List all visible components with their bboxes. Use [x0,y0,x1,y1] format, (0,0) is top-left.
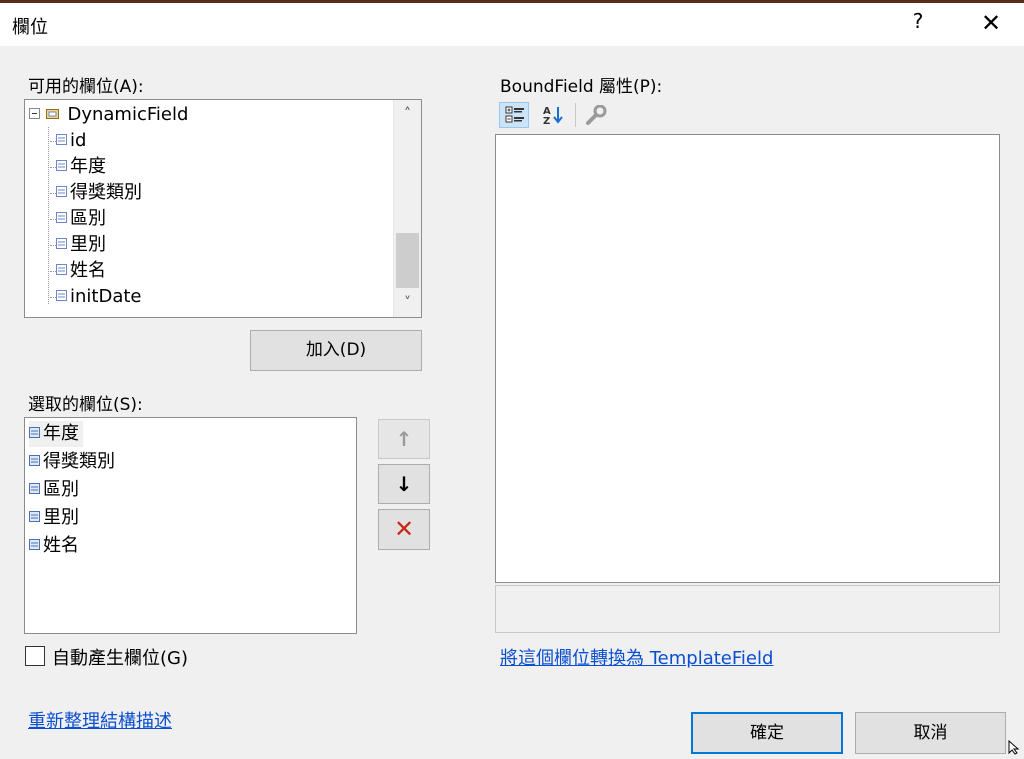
tree-item-label: 姓名 [70,260,106,281]
property-grid[interactable] [495,134,1000,583]
field-icon [56,211,67,223]
properties-label: BoundField 屬性(P): [500,77,663,97]
tree-item-district[interactable]: 區別 [50,207,106,231]
tree-item-label: initDate [70,286,142,307]
field-icon [29,538,40,550]
auto-generate-checkbox[interactable] [25,646,45,666]
selected-fields-list[interactable]: 年度 得獎類別 區別 里別 姓名 [24,417,357,634]
list-item[interactable]: 里別 [29,505,79,531]
list-item-label: 姓名 [43,535,79,556]
available-fields-label: 可用的欄位(A): [28,77,144,97]
categorized-icon [505,106,525,128]
collapse-icon[interactable] [29,107,40,119]
tree-item-label: 里別 [70,234,106,255]
add-button[interactable]: 加入(D) [250,330,422,371]
alphabetical-icon: A Z [542,104,566,130]
field-icon [56,263,67,275]
field-icon [56,159,67,171]
tree-item-name[interactable]: 姓名 [50,259,106,283]
field-icon [56,289,67,301]
delete-button[interactable]: ✕ [378,509,430,550]
auto-generate-label: 自動產生欄位(G) [52,648,188,669]
property-pages-button[interactable] [581,102,611,128]
convert-to-templatefield-link[interactable]: 將這個欄位轉換為 TemplateField [500,644,773,670]
move-up-icon: ↑ [395,427,413,451]
selected-fields-label: 選取的欄位(S): [28,395,143,415]
field-icon [56,185,67,197]
list-item-label: 年度 [43,423,79,444]
field-icon [56,133,67,145]
list-item[interactable]: 姓名 [29,533,79,559]
list-item[interactable]: 區別 [29,477,79,503]
svg-text:Z: Z [543,116,550,126]
list-item[interactable]: 年度 [29,421,83,447]
tree-root-dynamicfield[interactable]: DynamicField [29,103,188,127]
tree-connector-line [48,127,49,304]
tree-item-label: 區別 [70,208,106,229]
refresh-schema-link[interactable]: 重新整理結構描述 [28,707,172,733]
field-icon [29,454,40,466]
alphabetical-button[interactable]: A Z [538,102,568,128]
tree-item-award-category[interactable]: 得獎類別 [50,181,142,205]
property-description-panel [495,585,1000,633]
field-icon [29,510,40,522]
field-icon [29,426,40,438]
list-item-label: 得獎類別 [43,451,115,472]
tree-item-village[interactable]: 里別 [50,233,106,257]
tree-item-label: id [70,130,87,151]
resize-grip-icon[interactable] [1008,739,1023,759]
ok-button[interactable]: 確定 [691,712,843,754]
scroll-down-arrow-icon[interactable]: ˅ [394,291,421,315]
field-icon [29,482,40,494]
tree-root-label: DynamicField [67,104,189,125]
delete-icon: ✕ [393,515,415,543]
available-fields-tree[interactable]: DynamicField id 年度 得獎類別 區別 里別 姓名 initDat… [24,99,422,318]
list-item[interactable]: 得獎類別 [29,449,115,475]
available-scrollbar[interactable]: ˄ ˅ [393,100,421,317]
tree-item-label: 得獎類別 [70,182,142,203]
tree-item-label: 年度 [70,156,106,177]
window-title: 欄位 [12,17,48,38]
close-button[interactable]: ✕ [976,9,1006,39]
scroll-up-arrow-icon[interactable]: ˄ [394,102,421,126]
cancel-button[interactable]: 取消 [855,712,1006,754]
scroll-thumb[interactable] [396,233,419,288]
help-button[interactable]: ? [906,9,930,39]
categorized-button[interactable] [499,102,529,128]
tree-item-year[interactable]: 年度 [50,155,106,179]
tree-item-initdate[interactable]: initDate [50,285,142,309]
title-bar: 欄位 ? ✕ [0,3,1024,46]
list-item-label: 里別 [43,507,79,528]
tree-item-id[interactable]: id [50,129,86,153]
list-item-label: 區別 [43,479,79,500]
move-down-button[interactable]: ↓ [378,464,430,504]
field-icon [56,237,67,249]
move-up-button[interactable]: ↑ [378,419,430,459]
toolbar-separator [575,103,576,127]
datasource-icon [45,108,59,119]
property-pages-icon [585,104,607,129]
move-down-icon: ↓ [395,472,413,496]
